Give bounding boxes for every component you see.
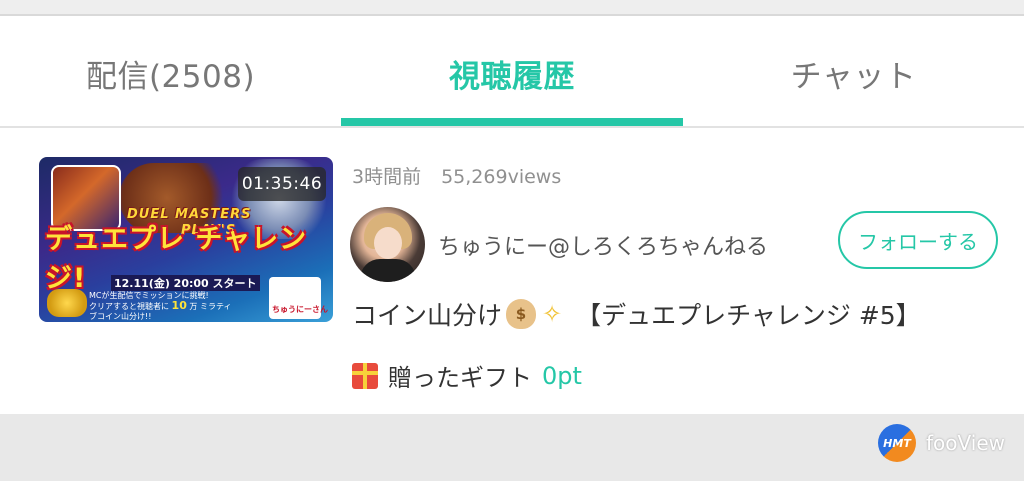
- title-text: コイン山分け: [352, 301, 503, 330]
- history-item: DUEL MASTERS PLAY'S デュエプレ チャレンジ! 12.11(金…: [0, 128, 1024, 414]
- channel-name[interactable]: ちゅうにー@しろくろちゃんねる: [438, 229, 768, 261]
- active-tab-indicator: [341, 118, 683, 126]
- tab-watch-history[interactable]: 視聴履歴: [341, 18, 683, 128]
- bottom-area: [0, 414, 1024, 481]
- gift-icon: [352, 362, 378, 389]
- watermark-text: fooView: [926, 431, 1005, 455]
- thumbnail-note-line: クリアすると視聴者に: [89, 302, 169, 311]
- money-bag-icon: $: [506, 299, 537, 329]
- thumbnail-banner: デュエプレ チャレンジ!: [45, 224, 308, 294]
- thumbnail-note-amount: 10: [171, 299, 187, 312]
- tab-chat[interactable]: チャット: [683, 18, 1024, 128]
- title-text: 【デュエプレチャレンジ #5】: [576, 301, 921, 330]
- thumbnail-note: MCが生配信でミッションに挑戦! クリアすると視聴者に 10 万 ミラティブコイ…: [89, 291, 239, 322]
- posted-time: 3時間前: [352, 166, 422, 188]
- sparkle-icon: ✧: [542, 300, 563, 328]
- coins-icon: [47, 289, 87, 317]
- fooview-logo-icon: HMT: [878, 424, 916, 462]
- watermark: HMT fooView: [878, 424, 1005, 462]
- gift-label: 贈ったギフト: [388, 364, 532, 392]
- status-bar: [0, 0, 1024, 16]
- video-meta: 3時間前 55,269views: [352, 162, 561, 189]
- tab-bar: 配信(2508) 視聴履歴 チャット: [0, 18, 1024, 128]
- avatar[interactable]: [350, 207, 425, 282]
- follow-button[interactable]: フォローする: [838, 211, 998, 269]
- view-count: 55,269views: [441, 166, 562, 188]
- gift-points: 0pt: [542, 361, 582, 390]
- video-title[interactable]: コイン山分け $ ✧ 【デュエプレチャレンジ #5】: [352, 296, 921, 332]
- mc-label: ちゅうにーさん: [272, 305, 328, 314]
- thumbnail-note-line: MCが生配信でミッションに挑戦!: [89, 291, 209, 300]
- thumbnail-date: 12.11(金) 20:00 スタート: [111, 275, 260, 291]
- tab-broadcasts[interactable]: 配信(2508): [0, 18, 341, 128]
- duration-badge: 01:35:46: [238, 167, 326, 201]
- gift-row: 贈ったギフト 0pt: [352, 358, 582, 393]
